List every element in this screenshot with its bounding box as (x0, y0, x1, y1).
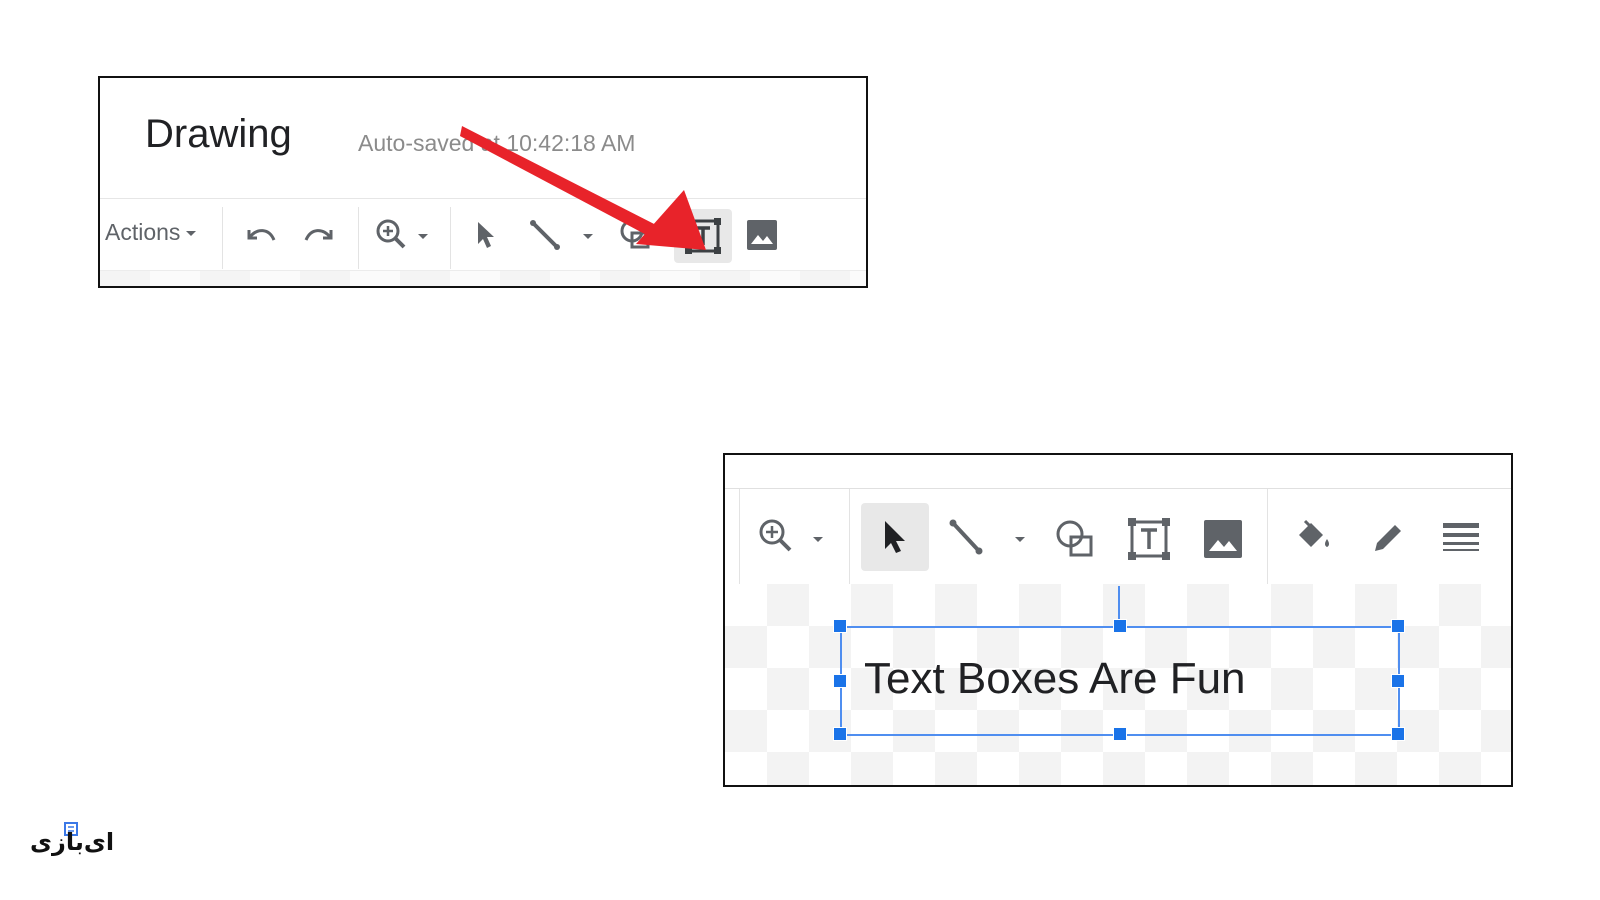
pen-icon[interactable] (1367, 513, 1411, 561)
line-icon[interactable] (943, 511, 1035, 563)
toolbar-divider (1267, 489, 1268, 585)
drawing-panel: Drawing Auto-saved at 10:42:18 AM Action… (98, 76, 868, 288)
resize-handle-bottom-left[interactable] (833, 727, 847, 741)
image-icon[interactable] (1199, 515, 1247, 563)
red-arrow-annotation (460, 126, 706, 250)
zoom-icon[interactable] (755, 513, 827, 561)
watermark-logo: ای‌بازی (30, 822, 114, 862)
resize-handle-bottom-right[interactable] (1391, 727, 1405, 741)
toolbar-divider (849, 489, 850, 585)
line-weight-icon[interactable] (1437, 515, 1485, 559)
text-box-panel: Text Boxes Are Fun (723, 453, 1513, 787)
resize-handle-top-left[interactable] (833, 619, 847, 633)
resize-handle-right[interactable] (1391, 674, 1405, 688)
select-icon[interactable] (861, 503, 929, 571)
shape-icon[interactable] (1051, 515, 1099, 563)
resize-handle-bottom[interactable] (1113, 727, 1127, 741)
text-box-icon[interactable] (1123, 513, 1175, 565)
text-box-content[interactable]: Text Boxes Are Fun (864, 654, 1246, 704)
drawing-toolbar (725, 488, 1511, 586)
fill-color-icon[interactable] (1287, 513, 1339, 561)
text-box[interactable]: Text Boxes Are Fun (833, 619, 1405, 741)
resize-handle-top-right[interactable] (1391, 619, 1405, 633)
toolbar-divider (739, 489, 740, 585)
resize-handle-left[interactable] (833, 674, 847, 688)
resize-handle-top[interactable] (1113, 619, 1127, 633)
drawing-canvas[interactable]: Text Boxes Are Fun (725, 584, 1511, 785)
watermark-text: ای‌بازی (30, 828, 115, 856)
